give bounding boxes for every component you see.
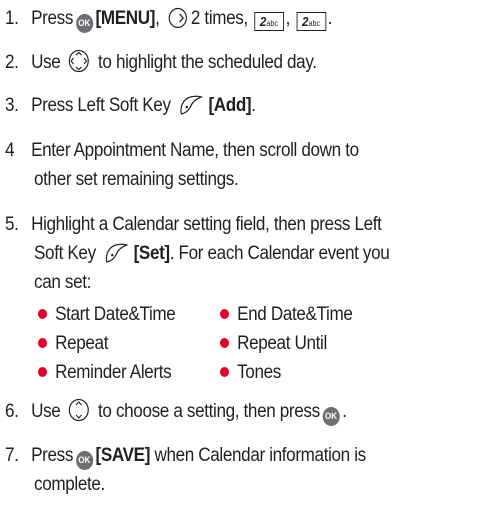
navigation-right-icon [167,7,187,38]
bullet-icon [220,309,229,319]
step-7-line-2: complete. [34,474,105,495]
step-2: 2. Use to highlight the scheduled day. [5,48,426,82]
bullet-icon [220,367,229,377]
step-6: 6. Use to choose a setting, then press OK. [5,397,426,431]
bullet-icon [38,309,47,319]
ok-key-icon: OK [322,407,340,426]
step-7: 7. Press OK [SAVE] when Calendar informatio… [5,441,426,470]
bullet-icon [38,338,47,348]
step-1: 1. Press OK [MENU], 2 times, 2abc, 2abc. [5,4,426,38]
option-item: Repeat [38,329,108,358]
ok-key-icon: OK [75,451,93,470]
option-item: Repeat Until [220,329,327,358]
set-label: [Set] [133,243,171,264]
step-number: 1. [5,8,19,29]
navigation-all-icon [68,49,90,82]
navigation-up-down-icon [68,398,90,431]
add-label: [Add] [208,95,252,116]
ok-key-icon: OK [75,14,93,33]
left-soft-key-icon [176,93,204,126]
step-3: 3. Press Left Soft Key [Add]. [5,91,426,126]
option-item: End Date&Time [220,300,353,329]
left-soft-key-icon [101,241,129,274]
bullet-icon [38,367,47,377]
save-label: [SAVE] [95,445,151,466]
step-4: 4 Enter Appointment Name, then scroll dow… [5,140,359,161]
step-5-line-3: can set: [34,272,92,293]
step-4-line-2: other set remaining settings. [34,169,239,190]
bullet-icon [220,338,229,348]
option-item: Tones [220,358,281,387]
menu-label: [MENU] [95,8,156,29]
option-item: Start Date&Time [38,300,176,329]
number-key-2-icon: 2abc [296,12,326,31]
option-item: Reminder Alerts [38,358,172,387]
number-key-2-icon: 2abc [254,12,284,31]
step-5: 5. Highlight a Calendar setting field, th… [5,214,382,235]
